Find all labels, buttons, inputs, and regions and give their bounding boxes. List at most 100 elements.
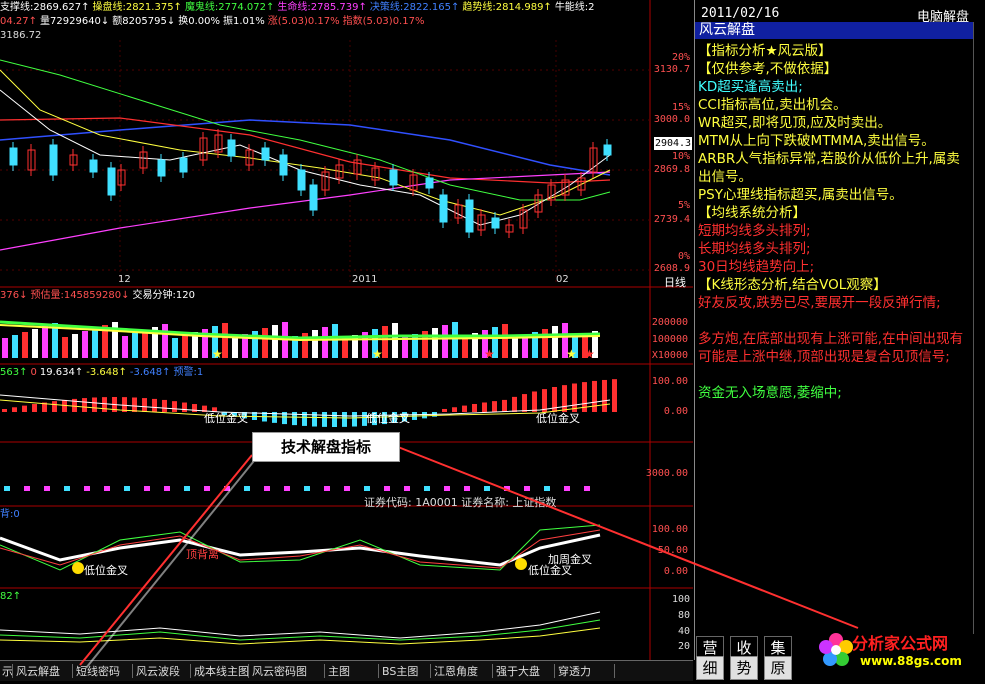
- period-label[interactable]: 日线: [664, 274, 686, 290]
- side-tab[interactable]: 细: [696, 656, 724, 680]
- signal-dash: [224, 486, 230, 491]
- star-icon: ★: [372, 347, 383, 361]
- signal-dash: [464, 486, 470, 491]
- volume-bar: [22, 332, 28, 358]
- macd-bar: [592, 380, 597, 412]
- signal-dash: [284, 486, 290, 491]
- signal-dash: [244, 486, 250, 491]
- star-icon: ★: [566, 347, 577, 361]
- date-tick: 2011: [352, 274, 378, 285]
- volume-bar: [332, 324, 338, 358]
- watermark-url: www.88gs.com: [860, 654, 962, 668]
- candle-body: [227, 139, 236, 157]
- analysis-line: 短期均线多头排列;: [698, 223, 811, 239]
- bottom-line: [0, 627, 601, 645]
- macd-bar: [102, 397, 107, 412]
- analysis-line: 【指标分析★风云版】: [698, 43, 832, 59]
- date-tick: 12: [118, 274, 131, 285]
- signal-dash: [264, 486, 270, 491]
- macd-bar: [572, 383, 577, 412]
- candle-body: [157, 159, 166, 177]
- indicator-tab[interactable]: 江恩角度: [434, 663, 478, 679]
- indicator-tab[interactable]: BS主图: [382, 663, 418, 679]
- macd-bar: [602, 379, 607, 412]
- bottom-indicator-header: 82↑: [0, 591, 22, 602]
- quote-value: 额8205795↓: [112, 16, 176, 27]
- volume-bar: [502, 324, 508, 358]
- candle-body: [49, 144, 58, 176]
- ma-value: 牛能线:2: [554, 2, 595, 13]
- signal-dash: [164, 486, 170, 491]
- quote-value: 涨(5.03)0.17%: [267, 16, 340, 27]
- watermark-logo: 分析家公式网 www.88gs.com: [812, 626, 985, 680]
- signal-dash: [384, 486, 390, 491]
- signal-dash: [4, 486, 10, 491]
- side-tab[interactable]: 势: [730, 656, 758, 680]
- indicator-tab[interactable]: 强于大盘: [496, 663, 540, 679]
- macd-bar: [562, 385, 567, 412]
- signal-dash: [524, 486, 530, 491]
- panel-title: 风云解盘: [695, 22, 975, 39]
- quote-header: 04.27↑ 量72929640↓ 额8205795↓ 换0.00% 振1.01% 涨(5…: [0, 15, 427, 28]
- side-tab[interactable]: 原: [764, 656, 792, 680]
- signal-dash: [124, 486, 130, 491]
- tab-divider: [614, 664, 615, 678]
- indicator-tab[interactable]: 风云解盘: [16, 663, 60, 679]
- signal-dash: [404, 486, 410, 491]
- volume-bar: [342, 338, 348, 358]
- volume-bar: [32, 329, 38, 358]
- macd-bar: [172, 401, 177, 412]
- analysis-line: KD超买逢高卖出;: [698, 79, 803, 95]
- volume-bar: [402, 337, 408, 358]
- indicator-tab[interactable]: 成本线主图: [194, 663, 249, 679]
- macd-value: -3.648↑: [129, 367, 171, 378]
- macd-bar: [162, 399, 167, 412]
- candle-body: [261, 147, 270, 161]
- indicator-tab[interactable]: 主图: [328, 663, 350, 679]
- macd-bar: [152, 398, 157, 412]
- analysis-panel: 2011/02/16 电脑解盘 风云解盘 【指标分析★风云版】 【仅供参考,不做依…: [694, 0, 985, 660]
- signal-dash: [324, 486, 330, 491]
- security-info: 证券代码: 1A0001 证券名称: 上证指数: [364, 496, 557, 509]
- kdj-signal-label: 低位金叉: [84, 564, 128, 577]
- price-axis-label: 2869.8: [653, 164, 690, 175]
- kdj-signal-label: 顶背离: [186, 548, 219, 561]
- signal-dash: [444, 486, 450, 491]
- volume-bar: [122, 336, 128, 358]
- macd-bar: [512, 396, 517, 412]
- analysis-line: 【仅供参考,不做依据】: [698, 61, 838, 77]
- volume-bar: [442, 325, 448, 358]
- tab-divider: [248, 664, 249, 678]
- macd-bar: [442, 408, 447, 412]
- tab-divider: [132, 664, 133, 678]
- panel-date: 2011/02/16: [701, 6, 780, 21]
- tab-divider: [324, 664, 325, 678]
- indicator-tab[interactable]: 风云波段: [136, 663, 180, 679]
- date-tick: 02: [556, 274, 569, 285]
- price-axis-label: 3130.7: [653, 64, 690, 75]
- analysis-line: ARBR人气指标异常,若股价从低价上升,属卖出信号。: [698, 151, 960, 185]
- analysis-line: PSY心理线指标超买,属卖出信号。: [698, 187, 903, 203]
- macd-axis-label: 100.00: [651, 376, 688, 387]
- pct-axis-label: 15%: [672, 102, 691, 113]
- volume-bar: [132, 333, 138, 358]
- volume-bar: [322, 327, 328, 358]
- kdj-axis-label: 50.00: [657, 545, 688, 556]
- macd-bar: [82, 398, 87, 412]
- bottom-line: [0, 619, 601, 641]
- analysis-line: 长期均线多头排列;: [698, 241, 811, 257]
- macd-value: 0: [30, 367, 37, 378]
- analysis-line: 多方炮,在底部出现有上涨可能,在中间出现有可能是上涨中继,顶部出现是复合见顶信号…: [698, 331, 964, 365]
- analysis-line: 好友反攻,跌势已尽,要展开一段反弹行情;: [698, 295, 941, 311]
- indicator-tab[interactable]: 短线密码: [76, 663, 120, 679]
- macd-header: 563↑ 0 19.634↑ -3.648↑ -3.648↑ 预警:1: [0, 366, 206, 379]
- macd-bar: [322, 412, 327, 427]
- volume-bar: [452, 322, 458, 358]
- macd-signal-label: 低位金叉: [204, 412, 248, 425]
- indicator-tab[interactable]: 穿透力: [558, 663, 591, 679]
- volume-bar: [42, 326, 48, 358]
- chart-area[interactable]: ★ ★ ★ ★ ★ 支撑线:2869.627↑ 操盘线:2821.375↑ 魔鬼线:2774…: [0, 0, 693, 660]
- panel-scrollbar[interactable]: [973, 22, 985, 634]
- indicator-tab[interactable]: 风云密码图: [252, 663, 307, 679]
- macd-bar: [532, 391, 537, 412]
